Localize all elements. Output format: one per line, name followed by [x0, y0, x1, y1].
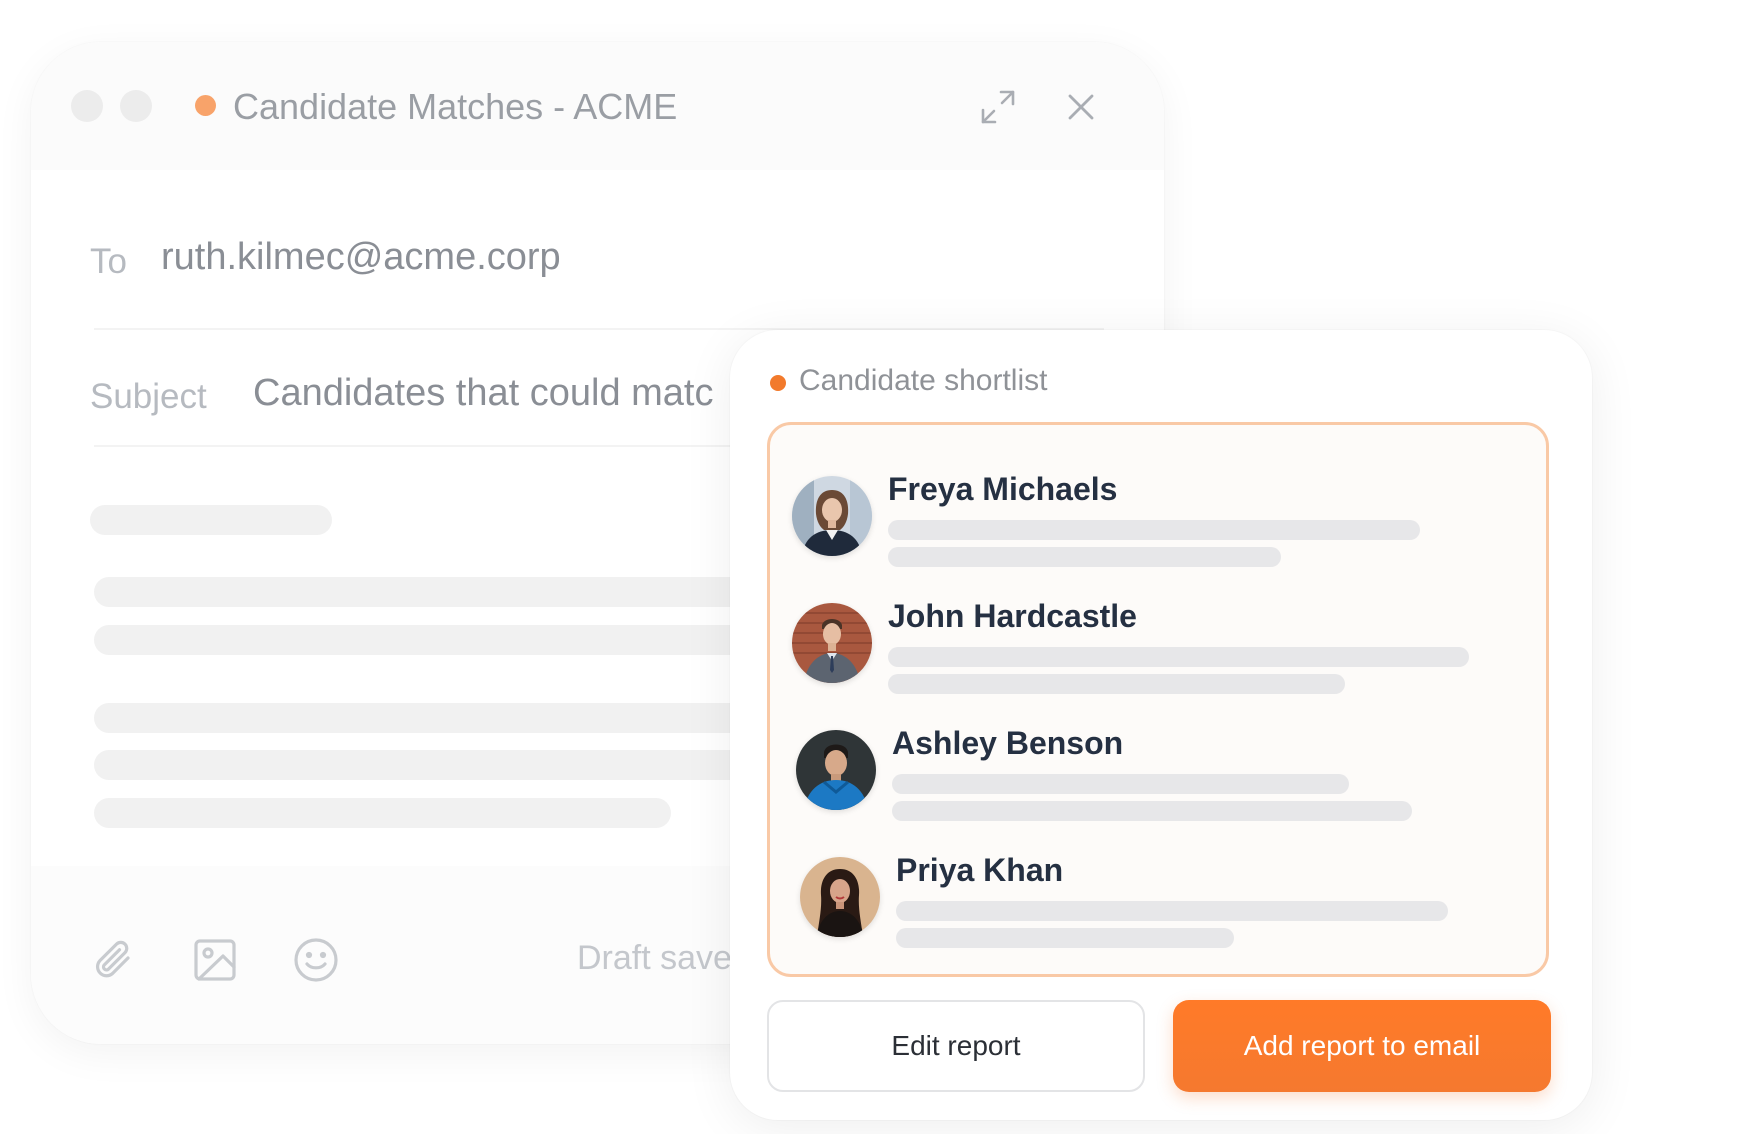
candidate-name: Ashley Benson	[892, 725, 1124, 761]
stage: Candidate Matches - ACME To ruth.kilmec@…	[0, 0, 1753, 1134]
candidate-list: Freya Michaels John Hardcastle Ashley Be…	[767, 422, 1549, 977]
candidate-item[interactable]: Freya Michaels	[770, 463, 1546, 591]
placeholder-line	[888, 647, 1469, 667]
candidate-item[interactable]: Ashley Benson	[770, 717, 1546, 845]
draft-status: Draft save	[577, 939, 732, 977]
candidate-name: Freya Michaels	[888, 471, 1118, 507]
placeholder-line	[888, 674, 1345, 694]
expand-icon[interactable]	[979, 88, 1017, 126]
avatar	[800, 857, 880, 937]
subject-label: Subject	[90, 377, 207, 416]
shortlist-status-dot	[770, 375, 786, 391]
window-control-minimize-dot[interactable]	[120, 90, 152, 122]
edit-report-button[interactable]: Edit report	[767, 1000, 1145, 1092]
placeholder-line	[888, 520, 1420, 540]
compose-header: Candidate Matches - ACME	[31, 42, 1164, 170]
candidate-name: John Hardcastle	[888, 598, 1137, 634]
emoji-icon[interactable]	[292, 936, 340, 984]
status-dot	[195, 95, 216, 116]
avatar	[792, 476, 872, 556]
candidate-item[interactable]: John Hardcastle	[770, 590, 1546, 718]
to-field[interactable]: ruth.kilmec@acme.corp	[161, 236, 561, 279]
candidate-item[interactable]: Priya Khan	[770, 844, 1546, 972]
placeholder-line	[888, 547, 1281, 567]
add-report-to-email-button[interactable]: Add report to email	[1173, 1000, 1551, 1092]
paperclip-icon[interactable]	[90, 936, 138, 984]
placeholder-line	[896, 928, 1234, 948]
shortlist-title: Candidate shortlist	[799, 364, 1048, 397]
to-label: To	[90, 242, 127, 281]
placeholder-line	[892, 801, 1412, 821]
avatar	[796, 730, 876, 810]
image-icon[interactable]	[191, 936, 239, 984]
close-icon[interactable]	[1062, 88, 1100, 126]
compose-title: Candidate Matches - ACME	[233, 86, 678, 127]
placeholder-line	[896, 901, 1448, 921]
candidate-name: Priya Khan	[896, 852, 1064, 888]
placeholder-line	[892, 774, 1349, 794]
body-placeholder-line	[94, 798, 671, 828]
window-control-close-dot[interactable]	[71, 90, 103, 122]
candidate-shortlist-panel: Candidate shortlist Freya Michaels John …	[730, 330, 1592, 1120]
subject-field[interactable]: Candidates that could matc	[253, 372, 714, 415]
body-placeholder-line	[90, 505, 332, 535]
avatar	[792, 603, 872, 683]
